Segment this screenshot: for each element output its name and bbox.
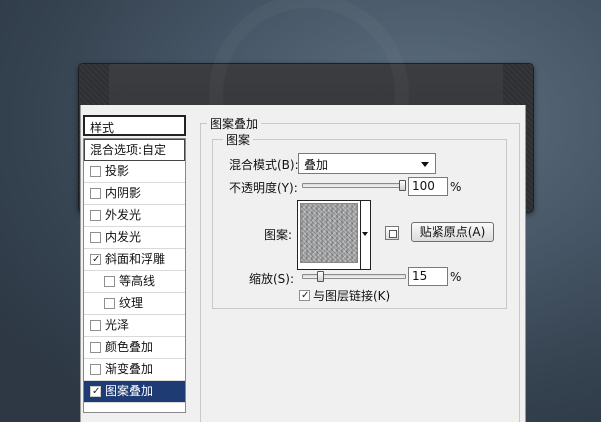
- style-item-label: 混合选项:自定: [90, 142, 167, 157]
- pattern-label: 图案:: [264, 228, 293, 242]
- style-item-label: 光泽: [105, 318, 130, 332]
- style-item-label: 内发光: [105, 230, 142, 244]
- check-icon: ✓: [301, 290, 310, 301]
- style-item-label: 外发光: [105, 208, 142, 222]
- style-item-label: 内阴影: [105, 186, 142, 200]
- blending-options-item[interactable]: 混合选项:自定: [84, 139, 185, 161]
- pattern-picker[interactable]: [297, 200, 371, 270]
- style-item[interactable]: 渐变叠加: [84, 359, 185, 381]
- style-item-checkbox[interactable]: [90, 166, 101, 177]
- opacity-slider[interactable]: [302, 183, 406, 188]
- style-item-label: 渐变叠加: [105, 362, 154, 376]
- snap-to-origin-button[interactable]: 贴紧原点(A): [411, 222, 494, 242]
- layer-style-dialog: 样式 混合选项:自定投影内阴影外发光内发光 ✓ 斜面和浮雕等高线纹理光泽颜色叠加渐变…: [80, 105, 526, 422]
- chevron-down-icon[interactable]: [362, 232, 368, 236]
- link-with-layer[interactable]: ✓ 与图层链接(K): [299, 287, 390, 304]
- style-item-checkbox[interactable]: [90, 342, 101, 353]
- style-item-checkbox[interactable]: [90, 210, 101, 221]
- style-item[interactable]: 外发光: [84, 205, 185, 227]
- style-item[interactable]: ✓ 图案叠加: [84, 381, 185, 403]
- style-item-label: 颜色叠加: [105, 340, 154, 354]
- group-title: 图案: [223, 131, 254, 148]
- check-icon: ✓: [92, 254, 101, 265]
- style-item-checkbox[interactable]: ✓: [90, 254, 101, 265]
- style-item[interactable]: 内发光: [84, 227, 185, 249]
- new-preset-icon[interactable]: [385, 226, 399, 240]
- link-with-layer-checkbox[interactable]: ✓: [299, 290, 310, 301]
- style-item-label: 图案叠加: [105, 384, 154, 398]
- scale-slider-thumb[interactable]: [316, 271, 324, 282]
- style-item-label: 投影: [105, 164, 130, 178]
- style-item-checkbox[interactable]: [104, 276, 115, 287]
- opacity-slider-thumb[interactable]: [399, 180, 406, 191]
- blend-mode-value: 叠加: [304, 158, 329, 172]
- style-item[interactable]: 纹理: [84, 293, 185, 315]
- style-item-label: 等高线: [119, 274, 156, 288]
- pattern-swatch[interactable]: [300, 203, 358, 263]
- blend-mode-label: 混合模式(B):: [229, 158, 299, 172]
- style-list-body: 混合选项:自定投影内阴影外发光内发光 ✓ 斜面和浮雕等高线纹理光泽颜色叠加渐变叠加 ✓…: [83, 138, 186, 413]
- style-item[interactable]: ✓ 斜面和浮雕: [84, 249, 185, 271]
- opacity-unit: %: [450, 180, 462, 194]
- style-item[interactable]: 投影: [84, 161, 185, 183]
- style-item[interactable]: 内阴影: [84, 183, 185, 205]
- style-item-label: 斜面和浮雕: [105, 252, 166, 266]
- section-title: 图案叠加: [207, 115, 262, 132]
- style-item-checkbox[interactable]: ✓: [90, 386, 101, 397]
- check-icon: ✓: [92, 386, 101, 397]
- style-item-checkbox[interactable]: [90, 320, 101, 331]
- link-with-layer-label: 与图层链接(K): [313, 289, 391, 303]
- style-item-checkbox[interactable]: [90, 188, 101, 199]
- style-item-checkbox[interactable]: [90, 232, 101, 243]
- scale-input[interactable]: 15: [408, 267, 448, 286]
- opacity-input[interactable]: 100: [408, 177, 448, 196]
- style-item[interactable]: 颜色叠加: [84, 337, 185, 359]
- styles-header[interactable]: 样式: [83, 115, 186, 136]
- opacity-label: 不透明度(Y):: [229, 181, 298, 195]
- style-item[interactable]: 等高线: [84, 271, 185, 293]
- style-item-label: 纹理: [119, 296, 144, 310]
- style-list: 样式 混合选项:自定投影内阴影外发光内发光 ✓ 斜面和浮雕等高线纹理光泽颜色叠加渐变…: [83, 115, 186, 415]
- scale-label: 缩放(S):: [249, 272, 295, 286]
- style-item-checkbox[interactable]: [90, 364, 101, 375]
- style-item-checkbox[interactable]: [104, 298, 115, 309]
- blend-mode-select[interactable]: 叠加: [298, 153, 436, 174]
- style-item[interactable]: 光泽: [84, 315, 185, 337]
- scale-unit: %: [450, 270, 462, 284]
- chevron-down-icon: [421, 162, 429, 167]
